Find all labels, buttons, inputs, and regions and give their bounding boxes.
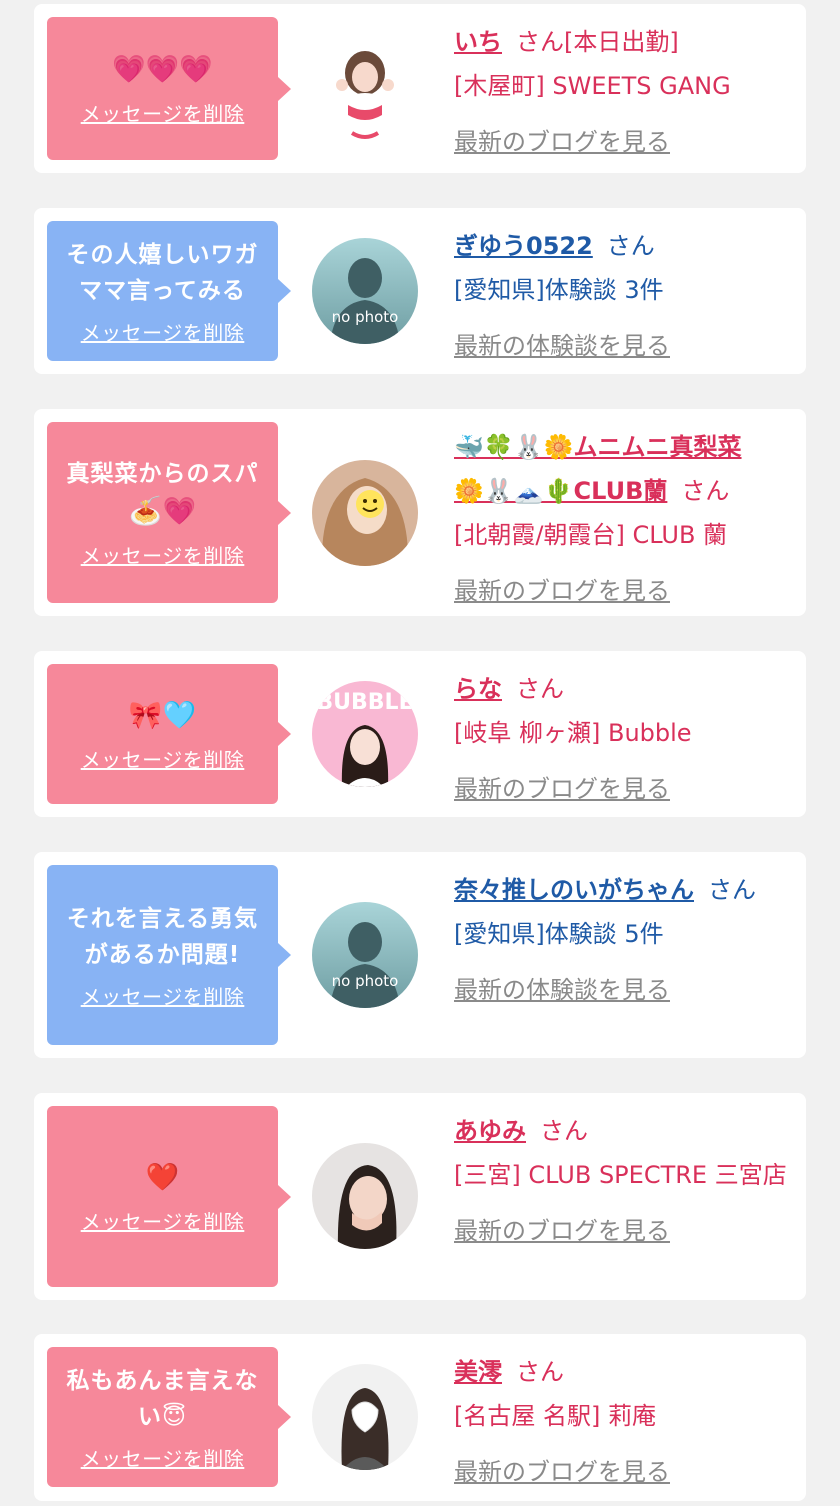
message-card: それを言える勇気があるか問題! メッセージを削除 no photo 奈々推しのい… (34, 852, 806, 1058)
cast-info: 奈々推しのいがちゃん さん [愛知県]体験談 5件 最新の体験談を見る (454, 868, 792, 1012)
message-bubble: 🎀🩵 メッセージを削除 (47, 664, 291, 804)
honorific: さん (606, 232, 655, 260)
cast-info: いち さん[本日出勤] [木屋町] SWEETS GANG 最新のブログを見る (454, 20, 792, 164)
message-card: ❤️ メッセージを削除 あゆみ さん [三宮] CLUB SPECTRE 三宮店 … (34, 1093, 806, 1300)
shop-info: [北朝霞/朝霞台] CLUB 蘭 (454, 521, 728, 549)
cast-name-link[interactable]: 美澪 (454, 1358, 502, 1386)
message-list: 💗💗💗 メッセージを削除 いち さん[本日出勤] [木屋町] SWEETS GAN… (0, 0, 840, 1506)
cast-photo (312, 1364, 418, 1470)
delete-message-link[interactable]: メッセージを削除 (81, 1206, 245, 1235)
message-card: その人嬉しいワガママ言ってみる メッセージを削除 no photo ぎゆう052… (34, 208, 806, 374)
shop-info: [木屋町] SWEETS GANG (454, 72, 731, 100)
review-count: [愛知県]体験談 3件 (454, 276, 664, 304)
message-text: その人嬉しいワガママ言ってみる (66, 241, 259, 304)
honorific: さん (540, 1117, 588, 1145)
latest-blog-link[interactable]: 最新のブログを見る (454, 120, 792, 164)
shop-info: [三宮] CLUB SPECTRE 三宮店 (454, 1161, 787, 1189)
message-card: 🎀🩵 メッセージを削除 BUBBLE らな さん [岐阜 柳ヶ瀬] Bubble … (34, 651, 806, 817)
attendance-status: [本日出勤] (564, 28, 679, 56)
no-photo-label: no photo (332, 972, 399, 990)
cast-name-link[interactable]: らな (454, 675, 502, 703)
cast-info: 🐳🍀🐰🌼ムニムニ真梨菜 🌼🐰🗻🌵CLUB蘭 さん [北朝霞/朝霞台] CLUB 蘭… (454, 425, 792, 613)
avatar[interactable] (312, 460, 418, 566)
cast-info: らな さん [岐阜 柳ヶ瀬] Bubble 最新のブログを見る (454, 667, 792, 811)
person-silhouette-icon: no photo (312, 238, 418, 344)
cast-name-link[interactable]: あゆみ (454, 1117, 526, 1145)
cast-photo (312, 35, 418, 141)
message-text: 🎀🩵 (128, 699, 197, 731)
no-photo-avatar[interactable]: no photo (312, 902, 418, 1008)
latest-review-link[interactable]: 最新の体験談を見る (454, 968, 792, 1012)
delete-message-link[interactable]: メッセージを削除 (81, 98, 245, 127)
delete-message-link[interactable]: メッセージを削除 (81, 981, 245, 1010)
user-name-link[interactable]: ぎゆう0522 (454, 232, 593, 260)
message-text: 私もあんま言えない😇 (66, 1367, 259, 1430)
honorific: さん (516, 1358, 564, 1386)
avatar[interactable]: BUBBLE (312, 681, 418, 787)
latest-blog-link[interactable]: 最新のブログを見る (454, 569, 792, 613)
delete-message-link[interactable]: メッセージを削除 (81, 744, 245, 773)
cast-info: あゆみ さん [三宮] CLUB SPECTRE 三宮店 最新のブログを見る (454, 1109, 792, 1253)
avatar[interactable] (312, 1364, 418, 1470)
latest-blog-link[interactable]: 最新のブログを見る (454, 1209, 792, 1253)
message-text: ❤️ (145, 1162, 180, 1193)
message-card: 私もあんま言えない😇 メッセージを削除 美澪 さん [名古屋 名駅] 莉庵 最新の… (34, 1334, 806, 1501)
delete-message-link[interactable]: メッセージを削除 (81, 317, 245, 346)
cast-name-link[interactable]: いち (454, 28, 502, 56)
cast-photo (312, 460, 418, 566)
honorific: さん (681, 477, 730, 505)
message-bubble: ❤️ メッセージを削除 (47, 1106, 291, 1287)
avatar[interactable] (312, 1143, 418, 1249)
shop-logo-text: BUBBLE (316, 690, 413, 715)
message-bubble: それを言える勇気があるか問題! メッセージを削除 (47, 865, 291, 1045)
latest-blog-link[interactable]: 最新のブログを見る (454, 1450, 792, 1494)
cast-info: 美澪 さん [名古屋 名駅] 莉庵 最新のブログを見る (454, 1350, 792, 1494)
cast-name-link[interactable]: 🐳🍀🐰🌼ムニムニ真梨菜 🌼🐰🗻🌵CLUB蘭 さん (454, 425, 792, 513)
message-bubble: 私もあんま言えない😇 メッセージを削除 (47, 1347, 291, 1487)
cast-name-line1: 🐳🍀🐰🌼ムニムニ真梨菜 (454, 433, 742, 461)
cast-name-line2: 🌼🐰🗻🌵CLUB蘭 (454, 477, 668, 505)
message-text: それを言える勇気があるか問題! (66, 905, 259, 968)
message-emoji: 🍝💗 (128, 496, 197, 527)
latest-blog-link[interactable]: 最新のブログを見る (454, 767, 792, 811)
cast-info: ぎゆう0522 さん [愛知県]体験談 3件 最新の体験談を見る (454, 224, 792, 368)
shop-info: [岐阜 柳ヶ瀬] Bubble (454, 719, 692, 747)
cast-photo: BUBBLE (312, 681, 418, 787)
latest-review-link[interactable]: 最新の体験談を見る (454, 324, 792, 368)
delete-message-link[interactable]: メッセージを削除 (81, 1443, 245, 1472)
honorific: さん (516, 28, 564, 56)
message-text: 💗💗💗 (112, 54, 213, 85)
cast-photo (312, 1143, 418, 1249)
message-text: 真梨菜からのスパ (66, 461, 259, 487)
avatar[interactable] (312, 35, 418, 141)
honorific: さん (516, 675, 564, 703)
shop-info: [名古屋 名駅] 莉庵 (454, 1402, 656, 1430)
message-card: 💗💗💗 メッセージを削除 いち さん[本日出勤] [木屋町] SWEETS GAN… (34, 4, 806, 173)
message-bubble: 真梨菜からのスパ 🍝💗 メッセージを削除 (47, 422, 291, 603)
no-photo-avatar[interactable]: no photo (312, 238, 418, 344)
message-bubble: その人嬉しいワガママ言ってみる メッセージを削除 (47, 221, 291, 361)
person-silhouette-icon: no photo (312, 902, 418, 1008)
no-photo-label: no photo (332, 308, 399, 326)
delete-message-link[interactable]: メッセージを削除 (81, 540, 245, 569)
user-name-link[interactable]: 奈々推しのいがちゃん (454, 876, 694, 904)
message-card: 真梨菜からのスパ 🍝💗 メッセージを削除 🐳🍀🐰🌼ムニムニ真梨菜 🌼🐰🗻🌵CLU… (34, 409, 806, 616)
review-count: [愛知県]体験談 5件 (454, 920, 664, 948)
honorific: さん (708, 876, 756, 904)
message-bubble: 💗💗💗 メッセージを削除 (47, 17, 291, 160)
